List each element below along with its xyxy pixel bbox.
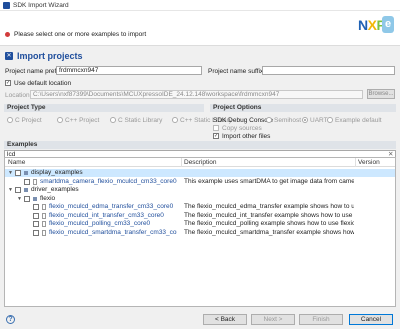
finish-button[interactable]: Finish bbox=[299, 314, 343, 325]
import-other-files-label: Import other files bbox=[222, 133, 271, 140]
project-type-header: Project Type bbox=[4, 104, 204, 112]
app-icon bbox=[3, 1, 10, 9]
nxp-logo: NXP e bbox=[358, 13, 394, 37]
tree-example-row[interactable]: smartdma_camera_flexio_mculcd_cm33_core0… bbox=[5, 178, 395, 186]
tree-header: Name Description Version bbox=[5, 158, 395, 167]
radio-semihost[interactable] bbox=[266, 117, 272, 123]
row-description: The flexio_mculcd_int_transfer example s… bbox=[184, 211, 354, 219]
import-other-files-checkbox[interactable]: ✓ bbox=[213, 133, 219, 139]
error-icon bbox=[5, 32, 10, 37]
column-description[interactable]: Description bbox=[184, 159, 217, 166]
radio-example-default[interactable] bbox=[327, 117, 333, 123]
row-name: flexio_mculcd_int_transfer_cm33_core0 bbox=[49, 211, 164, 219]
option-c-static-library: C Static Library bbox=[118, 117, 163, 124]
folder-icon bbox=[24, 188, 28, 192]
example-file-icon bbox=[42, 212, 46, 219]
row-description: The flexio_mculcd_smartdma_transfer exam… bbox=[184, 228, 354, 236]
expand-chevron-icon[interactable]: ▼ bbox=[8, 169, 13, 177]
row-checkbox[interactable] bbox=[24, 178, 30, 185]
option-cpp-project: C++ Project bbox=[65, 117, 100, 124]
browse-button[interactable]: Browse... bbox=[367, 89, 395, 99]
project-options-header: Project Options bbox=[210, 104, 396, 112]
use-default-location-checkbox[interactable]: ✓ bbox=[5, 80, 11, 86]
copy-sources-checkbox[interactable] bbox=[213, 125, 219, 131]
window-title: SDK Import Wizard bbox=[13, 1, 69, 9]
examples-header: Examples bbox=[4, 141, 396, 149]
wizard-header: Please select one or more examples to im… bbox=[0, 11, 400, 46]
cancel-button[interactable]: Cancel bbox=[349, 314, 393, 325]
option-semihost: Semihost bbox=[274, 117, 302, 124]
radio-c-project[interactable] bbox=[7, 117, 13, 123]
example-file-icon bbox=[42, 204, 46, 210]
row-checkbox[interactable] bbox=[33, 221, 39, 227]
radio-uart[interactable] bbox=[302, 117, 308, 123]
tree-group-row[interactable]: ▼ flexio bbox=[5, 195, 395, 203]
folder-icon bbox=[33, 196, 37, 201]
row-checkbox[interactable] bbox=[33, 212, 39, 219]
back-button[interactable]: < Back bbox=[203, 314, 247, 325]
example-file-icon bbox=[33, 178, 37, 185]
column-version[interactable]: Version bbox=[358, 159, 380, 166]
radio-cpp-project[interactable] bbox=[57, 117, 63, 123]
radio-cpp-static-library[interactable] bbox=[172, 117, 178, 123]
title-bar: SDK Import Wizard bbox=[0, 0, 400, 11]
option-uart: UART bbox=[310, 117, 328, 124]
tree-example-row[interactable]: flexio_mculcd_edma_transfer_cm33_core0 Th… bbox=[5, 203, 395, 211]
row-name: driver_examples bbox=[31, 186, 79, 193]
import-icon: ✕ bbox=[5, 52, 13, 60]
row-description: The flexio_mculcd_polling example shows … bbox=[184, 220, 354, 227]
row-name: flexio_mculcd_edma_transfer_cm33_core0 bbox=[49, 203, 174, 210]
prefix-label: Project name prefix: bbox=[5, 68, 63, 75]
row-name: flexio bbox=[40, 194, 56, 202]
row-checkbox[interactable] bbox=[33, 204, 39, 210]
location-label: Location: bbox=[5, 92, 32, 99]
error-message-row: Please select one or more examples to im… bbox=[5, 31, 146, 38]
use-default-location-label: Use default location bbox=[14, 80, 72, 87]
tree-example-row[interactable]: flexio_mculcd_smartdma_transfer_cm33_cor… bbox=[5, 229, 395, 237]
option-c-project: C Project bbox=[15, 117, 42, 124]
row-checkbox[interactable] bbox=[15, 170, 21, 176]
project-name-prefix-input[interactable]: frdmmcxn947 bbox=[56, 66, 202, 75]
expand-chevron-icon[interactable]: ▼ bbox=[8, 186, 13, 194]
location-input[interactable]: C:\Users\nxf87399\Documents\MCUXpressoID… bbox=[30, 90, 363, 99]
tree-group-row[interactable]: ▼ display_examples bbox=[5, 169, 395, 177]
help-icon[interactable]: ? bbox=[6, 315, 15, 324]
suffix-label: Project name suffix: bbox=[208, 68, 265, 75]
row-description: This example uses smartDMA to get image … bbox=[184, 177, 354, 185]
examples-tree[interactable]: Name Description Version ▼ display_exampl… bbox=[4, 157, 396, 307]
tree-example-row[interactable]: flexio_mculcd_int_transfer_cm33_core0 The… bbox=[5, 212, 395, 220]
example-file-icon bbox=[42, 229, 46, 236]
row-name: display_examples bbox=[31, 169, 83, 176]
option-example-default: Example default bbox=[335, 117, 382, 124]
row-name: smartdma_camera_flexio_mculcd_cm33_core0 bbox=[40, 177, 177, 185]
next-button[interactable]: Next > bbox=[251, 314, 295, 325]
radio-c-static-library[interactable] bbox=[110, 117, 116, 123]
row-checkbox[interactable] bbox=[24, 195, 30, 202]
expand-chevron-icon[interactable]: ▼ bbox=[17, 195, 22, 203]
row-checkbox[interactable] bbox=[33, 229, 39, 236]
example-file-icon bbox=[42, 221, 46, 227]
copy-sources-label: Copy sources bbox=[222, 125, 262, 132]
ide-badge-icon: e bbox=[382, 16, 394, 33]
section-title: ✕ Import projects bbox=[5, 51, 83, 61]
row-checkbox[interactable] bbox=[15, 187, 21, 193]
project-name-suffix-input[interactable] bbox=[262, 66, 395, 75]
row-name: flexio_mculcd_smartdma_transfer_cm33_cor… bbox=[49, 228, 177, 236]
folder-icon bbox=[24, 171, 28, 175]
row-description: The flexio_mculcd_edma_transfer example … bbox=[184, 203, 354, 210]
debug-console-label: SDK Debug Console bbox=[213, 117, 273, 124]
column-name[interactable]: Name bbox=[8, 159, 25, 166]
tree-group-row[interactable]: ▼ driver_examples bbox=[5, 186, 395, 194]
error-message: Please select one or more examples to im… bbox=[14, 31, 147, 38]
row-name: flexio_mculcd_polling_cm33_core0 bbox=[49, 220, 151, 227]
tree-example-row[interactable]: flexio_mculcd_polling_cm33_core0 The flex… bbox=[5, 220, 395, 228]
